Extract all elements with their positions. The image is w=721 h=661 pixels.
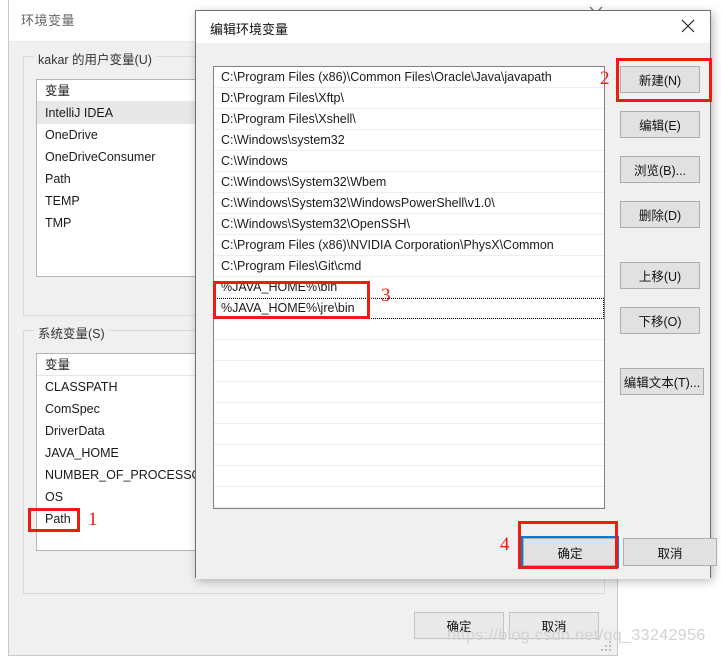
list-item[interactable] [214,424,604,445]
edit-button[interactable]: 编辑(E) [620,111,700,138]
list-item[interactable] [214,445,604,466]
list-item[interactable]: C:\Program Files\Git\cmd [214,256,604,277]
list-item[interactable]: C:\Windows\System32\Wbem [214,172,604,193]
dialog-title: 编辑环境变量 [210,22,289,37]
move-up-button[interactable]: 上移(U) [620,262,700,289]
environment-variables-title: 环境变量 [21,13,76,28]
watermark: https://blog.csdn.net/qq_33242956 [447,627,706,644]
list-item[interactable] [214,403,604,424]
ok-button-focus-ring [521,536,619,568]
list-item[interactable]: C:\Program Files (x86)\Common Files\Orac… [214,67,604,88]
close-icon[interactable] [666,11,710,41]
list-item[interactable] [214,361,604,382]
list-item[interactable] [214,466,604,487]
list-item[interactable] [214,340,604,361]
path-entries-listbox[interactable]: C:\Program Files (x86)\Common Files\Orac… [213,66,605,509]
system-variables-legend: 系统变量(S) [34,323,109,342]
new-button[interactable]: 新建(N) [620,66,700,93]
delete-button[interactable]: 删除(D) [620,201,700,228]
move-down-button[interactable]: 下移(O) [620,307,700,334]
list-item[interactable] [214,382,604,403]
dialog-body: C:\Program Files (x86)\Common Files\Orac… [196,43,717,579]
list-item[interactable]: C:\Windows [214,151,604,172]
list-item-java-home-jre-bin[interactable]: %JAVA_HOME%\jre\bin [214,298,604,319]
list-item[interactable] [214,319,604,340]
user-variables-legend: kakar 的用户变量(U) [34,49,156,68]
screen: 环境变量 kakar 的用户变量(U) 变量 IntelliJ IDEA One… [0,0,721,661]
list-item[interactable]: C:\Windows\System32\OpenSSH\ [214,214,604,235]
dialog-cancel-button[interactable]: 取消 [623,538,717,566]
list-item[interactable]: D:\Program Files\Xshell\ [214,109,604,130]
edit-environment-variable-dialog: 编辑环境变量 C:\Program Files (x86)\Common Fil… [195,10,717,579]
list-item[interactable]: D:\Program Files\Xftp\ [214,88,604,109]
list-item-java-home-bin[interactable]: %JAVA_HOME%\bin [214,277,604,298]
list-item[interactable]: C:\Program Files (x86)\NVIDIA Corporatio… [214,235,604,256]
list-item[interactable] [214,487,604,508]
list-item[interactable]: C:\Windows\System32\WindowsPowerShell\v1… [214,193,604,214]
list-item[interactable]: C:\Windows\system32 [214,130,604,151]
edit-text-button[interactable]: 编辑文本(T)... [620,368,704,395]
dialog-titlebar: 编辑环境变量 [196,11,710,43]
browse-button[interactable]: 浏览(B)... [620,156,700,183]
